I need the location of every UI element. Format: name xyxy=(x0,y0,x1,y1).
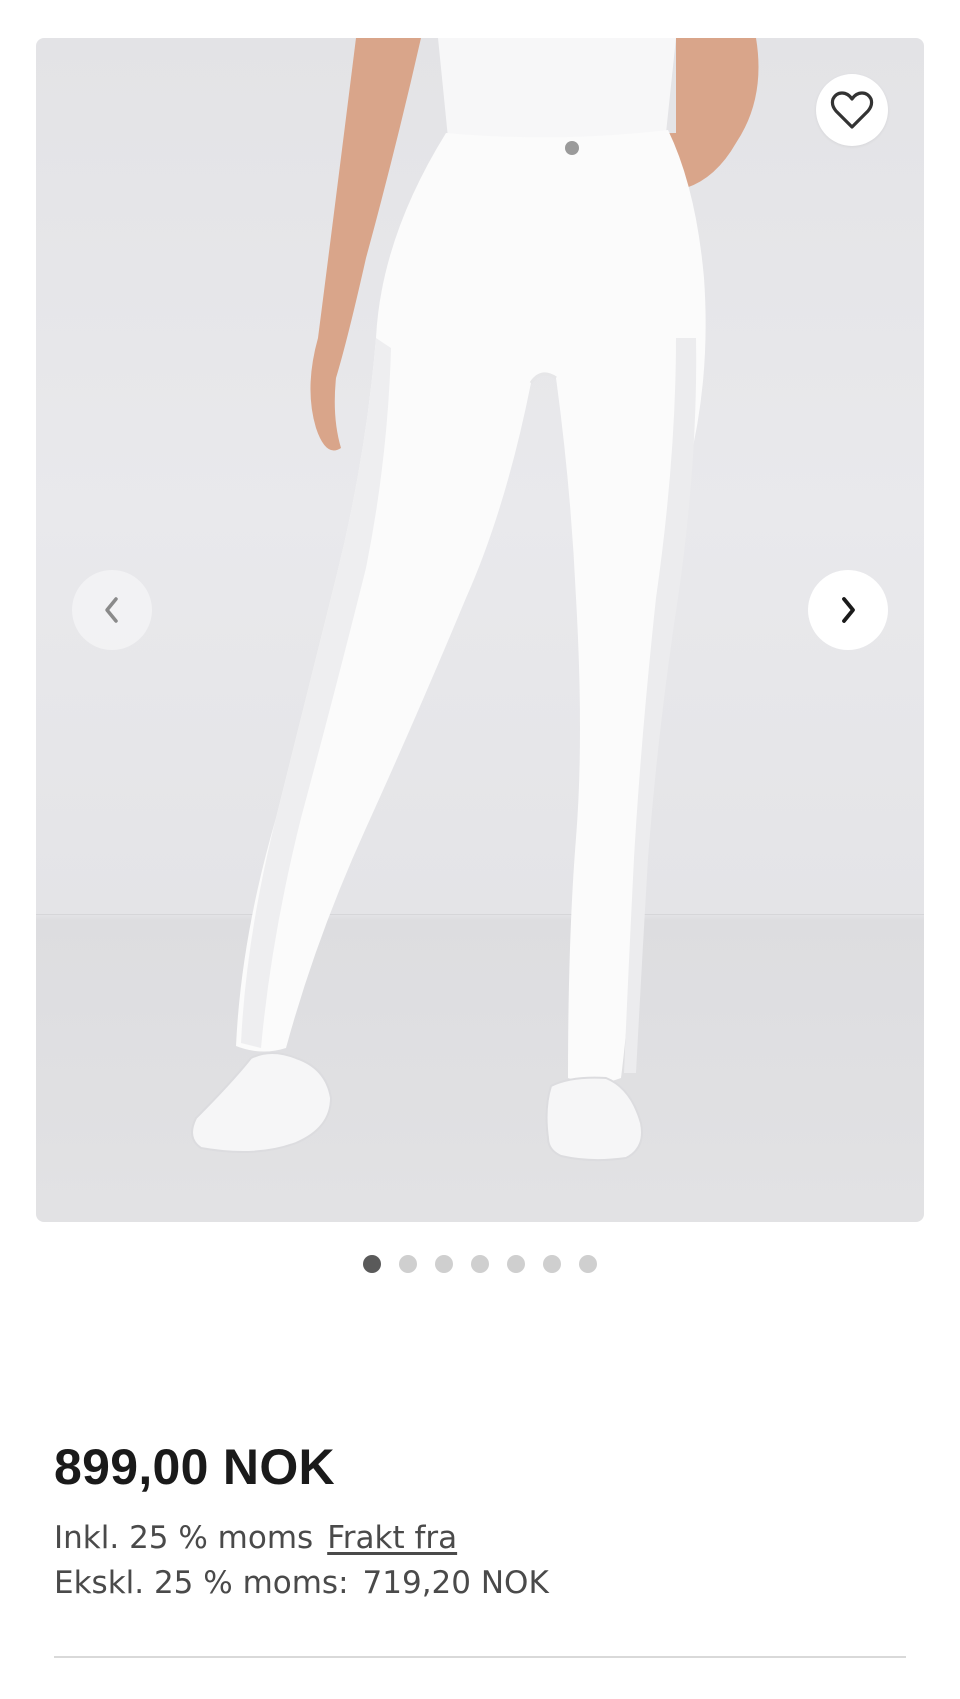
gallery-pagination xyxy=(0,1255,960,1273)
vat-excluded-label: Ekskl. 25 % moms: xyxy=(54,1565,349,1601)
vat-excluded-line: Ekskl. 25 % moms: 719,20 NOK xyxy=(54,1565,549,1601)
pagination-dot[interactable] xyxy=(471,1255,489,1273)
shipping-link[interactable]: Frakt fra xyxy=(327,1520,457,1556)
pagination-dot[interactable] xyxy=(507,1255,525,1273)
pagination-dot[interactable] xyxy=(435,1255,453,1273)
pagination-dot[interactable] xyxy=(363,1255,381,1273)
product-price: 899,00 NOK xyxy=(54,1439,335,1495)
button xyxy=(565,141,579,155)
pagination-dot[interactable] xyxy=(543,1255,561,1273)
pagination-dot[interactable] xyxy=(579,1255,597,1273)
product-image-gallery[interactable] xyxy=(36,38,924,1222)
product-image[interactable] xyxy=(36,38,924,1222)
shirt xyxy=(438,38,676,140)
previous-image-button[interactable] xyxy=(72,570,152,650)
vat-excluded-price: 719,20 NOK xyxy=(362,1565,549,1601)
chevron-left-icon xyxy=(105,597,118,623)
section-divider xyxy=(54,1656,906,1658)
vat-included-line: Inkl. 25 % moms Frakt fra xyxy=(54,1520,457,1556)
right-sneaker xyxy=(545,1076,643,1162)
left-sneaker xyxy=(191,1052,333,1153)
chevron-right-icon xyxy=(842,597,855,623)
next-image-button[interactable] xyxy=(808,570,888,650)
pagination-dot[interactable] xyxy=(399,1255,417,1273)
favorite-button[interactable] xyxy=(816,74,888,146)
vat-included-text: Inkl. 25 % moms xyxy=(54,1520,314,1556)
heart-icon xyxy=(830,91,874,129)
